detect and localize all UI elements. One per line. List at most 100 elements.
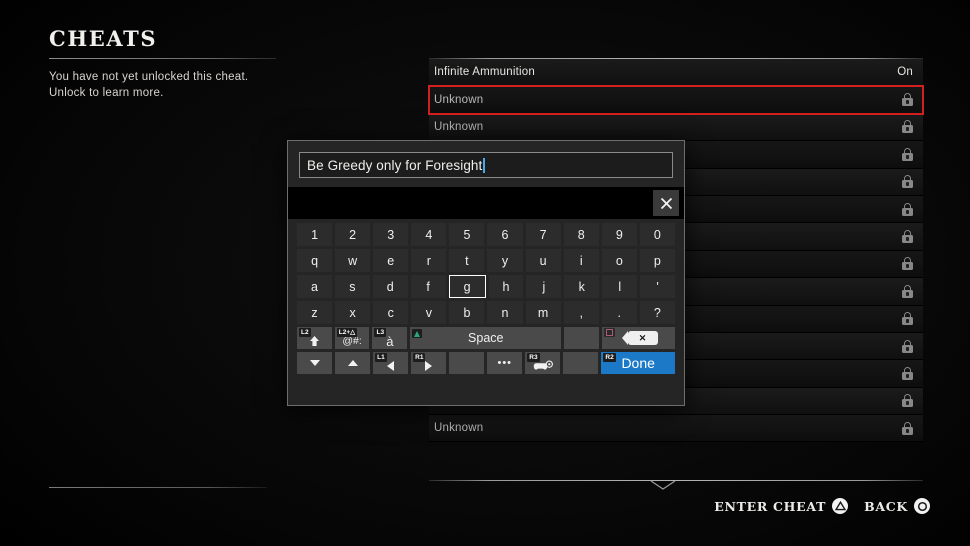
done-key-badge: R2 (603, 353, 616, 362)
key-p[interactable]: p (639, 249, 675, 272)
more-options-key[interactable]: ••• (487, 352, 523, 374)
lock-icon (902, 120, 913, 134)
key-9[interactable]: 9 (601, 223, 637, 246)
key-x[interactable]: x (335, 301, 371, 324)
key-w[interactable]: w (335, 249, 371, 272)
keyboard-row-top: qwertyuiop (297, 249, 675, 272)
cursor-left-key[interactable]: L1 (373, 352, 409, 374)
key-z[interactable]: z (297, 301, 333, 324)
blank-key-2 (449, 352, 485, 374)
key-n[interactable]: n (487, 301, 523, 324)
prompt-back-label: Back (864, 498, 908, 514)
circle-button-icon (914, 498, 930, 514)
backspace-key[interactable]: ✕ (602, 327, 675, 349)
cursor-up-key[interactable] (335, 352, 371, 374)
cheat-row[interactable]: Unknown (429, 415, 923, 443)
keyboard-keys: 1234567890 qwertyuiop a s d f g h j k l ' zxcvbnm… (288, 219, 684, 374)
key-f[interactable]: f (410, 275, 446, 298)
symbols-key[interactable]: L2+△ @#: (334, 327, 370, 349)
done-key-label: Done (621, 355, 655, 371)
key-c[interactable]: c (373, 301, 409, 324)
lock-icon (902, 257, 913, 271)
key-4[interactable]: 4 (411, 223, 447, 246)
key-b[interactable]: b (449, 301, 485, 324)
scroll-down-chevron[interactable] (650, 480, 676, 491)
prompt-enter-cheat-label: Enter Cheat (714, 498, 827, 514)
key-v[interactable]: v (411, 301, 447, 324)
key-q[interactable]: q (297, 249, 333, 272)
controller-key[interactable]: R3 (525, 352, 561, 374)
done-key[interactable]: R2 Done (601, 352, 675, 374)
close-icon[interactable] (653, 190, 679, 216)
bottom-divider (49, 487, 267, 488)
more-options-label: ••• (497, 357, 513, 369)
key-2[interactable]: 2 (335, 223, 371, 246)
cheat-code-input[interactable]: Be Greedy only for Foresight (299, 152, 673, 178)
key-l[interactable]: l (602, 275, 638, 298)
virtual-keyboard-dialog: Be Greedy only for Foresight 1234567890 … (287, 140, 685, 406)
key-y[interactable]: y (487, 249, 523, 272)
key-?[interactable]: ? (639, 301, 675, 324)
key-3[interactable]: 3 (373, 223, 409, 246)
key-g[interactable]: g (448, 275, 486, 298)
accents-key-label: à (386, 333, 394, 349)
keyboard-input-area: Be Greedy only for Foresight (288, 141, 684, 178)
cheat-row-label: Infinite Ammunition (434, 66, 535, 79)
blank-key-3 (563, 352, 599, 374)
key-7[interactable]: 7 (525, 223, 561, 246)
lock-icon (902, 421, 913, 435)
lock-icon (902, 93, 913, 107)
key-t[interactable]: t (449, 249, 485, 272)
cursor-right-badge: R1 (413, 353, 426, 362)
prompt-enter-cheat[interactable]: Enter Cheat (714, 498, 849, 514)
cheat-row[interactable]: Unknown (429, 113, 923, 142)
cursor-left-icon (386, 360, 395, 372)
key-5[interactable]: 5 (449, 223, 485, 246)
description-line-2: Unlock to learn more. (49, 87, 164, 99)
cheat-code-input-value: Be Greedy only for Foresight (307, 157, 483, 173)
key-e[interactable]: e (373, 249, 409, 272)
cheat-row-label: Unknown (434, 422, 484, 435)
cursor-down-key[interactable] (297, 352, 333, 374)
page-title: CHEATS (49, 26, 158, 51)
cursor-right-key[interactable]: R1 (411, 352, 447, 374)
key-1[interactable]: 1 (297, 223, 333, 246)
prompt-back[interactable]: Back (864, 498, 930, 514)
key-0[interactable]: 0 (639, 223, 675, 246)
key-,[interactable]: , (563, 301, 599, 324)
lock-icon (902, 284, 913, 298)
key-u[interactable]: u (525, 249, 561, 272)
title-divider (49, 58, 276, 59)
cheat-row-label: Unknown (434, 120, 484, 133)
key-d[interactable]: d (372, 275, 408, 298)
cheat-row[interactable]: Unknown (428, 85, 924, 115)
shift-key[interactable]: L2 (297, 327, 332, 349)
space-key-label: Space (468, 331, 504, 345)
text-caret (483, 157, 485, 173)
key-8[interactable]: 8 (563, 223, 599, 246)
keyboard-suggestion-strip (288, 187, 684, 219)
key-'[interactable]: ' (640, 275, 676, 298)
key-m[interactable]: m (525, 301, 561, 324)
key-r[interactable]: r (411, 249, 447, 272)
key-6[interactable]: 6 (487, 223, 523, 246)
shift-key-badge: L2 (299, 328, 311, 337)
accents-key[interactable]: L3 à (372, 327, 408, 349)
key-a[interactable]: a (297, 275, 332, 298)
key-i[interactable]: i (563, 249, 599, 272)
key-j[interactable]: j (526, 275, 562, 298)
key-s[interactable]: s (334, 275, 370, 298)
blank-key (564, 327, 600, 349)
cursor-down-icon (309, 359, 321, 367)
cheat-row[interactable]: Infinite Ammunition On (429, 59, 923, 87)
space-key[interactable]: Space (410, 327, 562, 349)
key-o[interactable]: o (601, 249, 637, 272)
key-k[interactable]: k (564, 275, 600, 298)
triangle-button-icon (832, 498, 849, 514)
description-line-1: You have not yet unlocked this cheat. (49, 71, 249, 83)
lock-icon (902, 339, 913, 353)
lock-icon (902, 147, 913, 161)
backspace-icon: ✕ (621, 331, 658, 345)
key-.[interactable]: . (601, 301, 637, 324)
key-h[interactable]: h (488, 275, 524, 298)
